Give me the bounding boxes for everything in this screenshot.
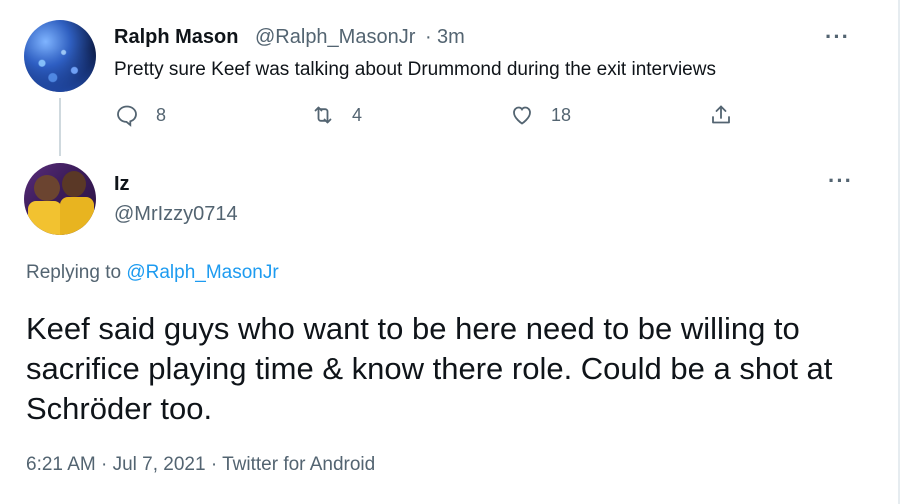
parent-avatar[interactable] xyxy=(24,20,96,92)
like-button[interactable]: 18 xyxy=(510,103,571,127)
more-horizontal-icon[interactable]: ··· xyxy=(828,170,853,192)
retweet-icon xyxy=(314,106,332,124)
main-display-name[interactable]: Iz xyxy=(114,173,130,196)
tweet-thread: Ralph Mason @Ralph_MasonJr · 3m ··· Pret… xyxy=(0,0,900,504)
heart-icon xyxy=(513,106,531,125)
parent-display-name[interactable]: Ralph Mason xyxy=(114,26,238,49)
reply-icon xyxy=(117,105,137,127)
main-tweet-text: Keef said guys who want to be here need … xyxy=(26,311,833,426)
replying-to-label: Replying to xyxy=(26,262,122,283)
parent-time-separator: · xyxy=(425,26,432,48)
main-avatar[interactable] xyxy=(24,163,96,235)
replying-to-line: Replying to @Ralph_MasonJr xyxy=(26,262,279,284)
thread-connector-line xyxy=(59,98,61,156)
share-icon xyxy=(712,105,730,124)
more-horizontal-icon[interactable]: ··· xyxy=(825,26,850,48)
retweet-count: 4 xyxy=(352,104,363,125)
replying-to-handle-link[interactable]: @Ralph_MasonJr xyxy=(126,262,278,283)
reply-button[interactable]: 8 xyxy=(115,103,166,127)
parent-tweet-text: Pretty sure Keef was talking about Drumm… xyxy=(114,59,716,80)
parent-timestamp[interactable]: 3m xyxy=(437,26,465,49)
reply-count: 8 xyxy=(156,104,167,125)
retweet-button[interactable]: 4 xyxy=(311,103,362,127)
parent-handle[interactable]: @Ralph_MasonJr xyxy=(255,26,415,49)
like-count: 18 xyxy=(551,104,572,125)
main-handle[interactable]: @MrIzzy0714 xyxy=(114,203,238,226)
share-button[interactable] xyxy=(709,103,733,127)
tweet-meta-info: 6:21 AM · Jul 7, 2021 · Twitter for Andr… xyxy=(26,454,376,475)
